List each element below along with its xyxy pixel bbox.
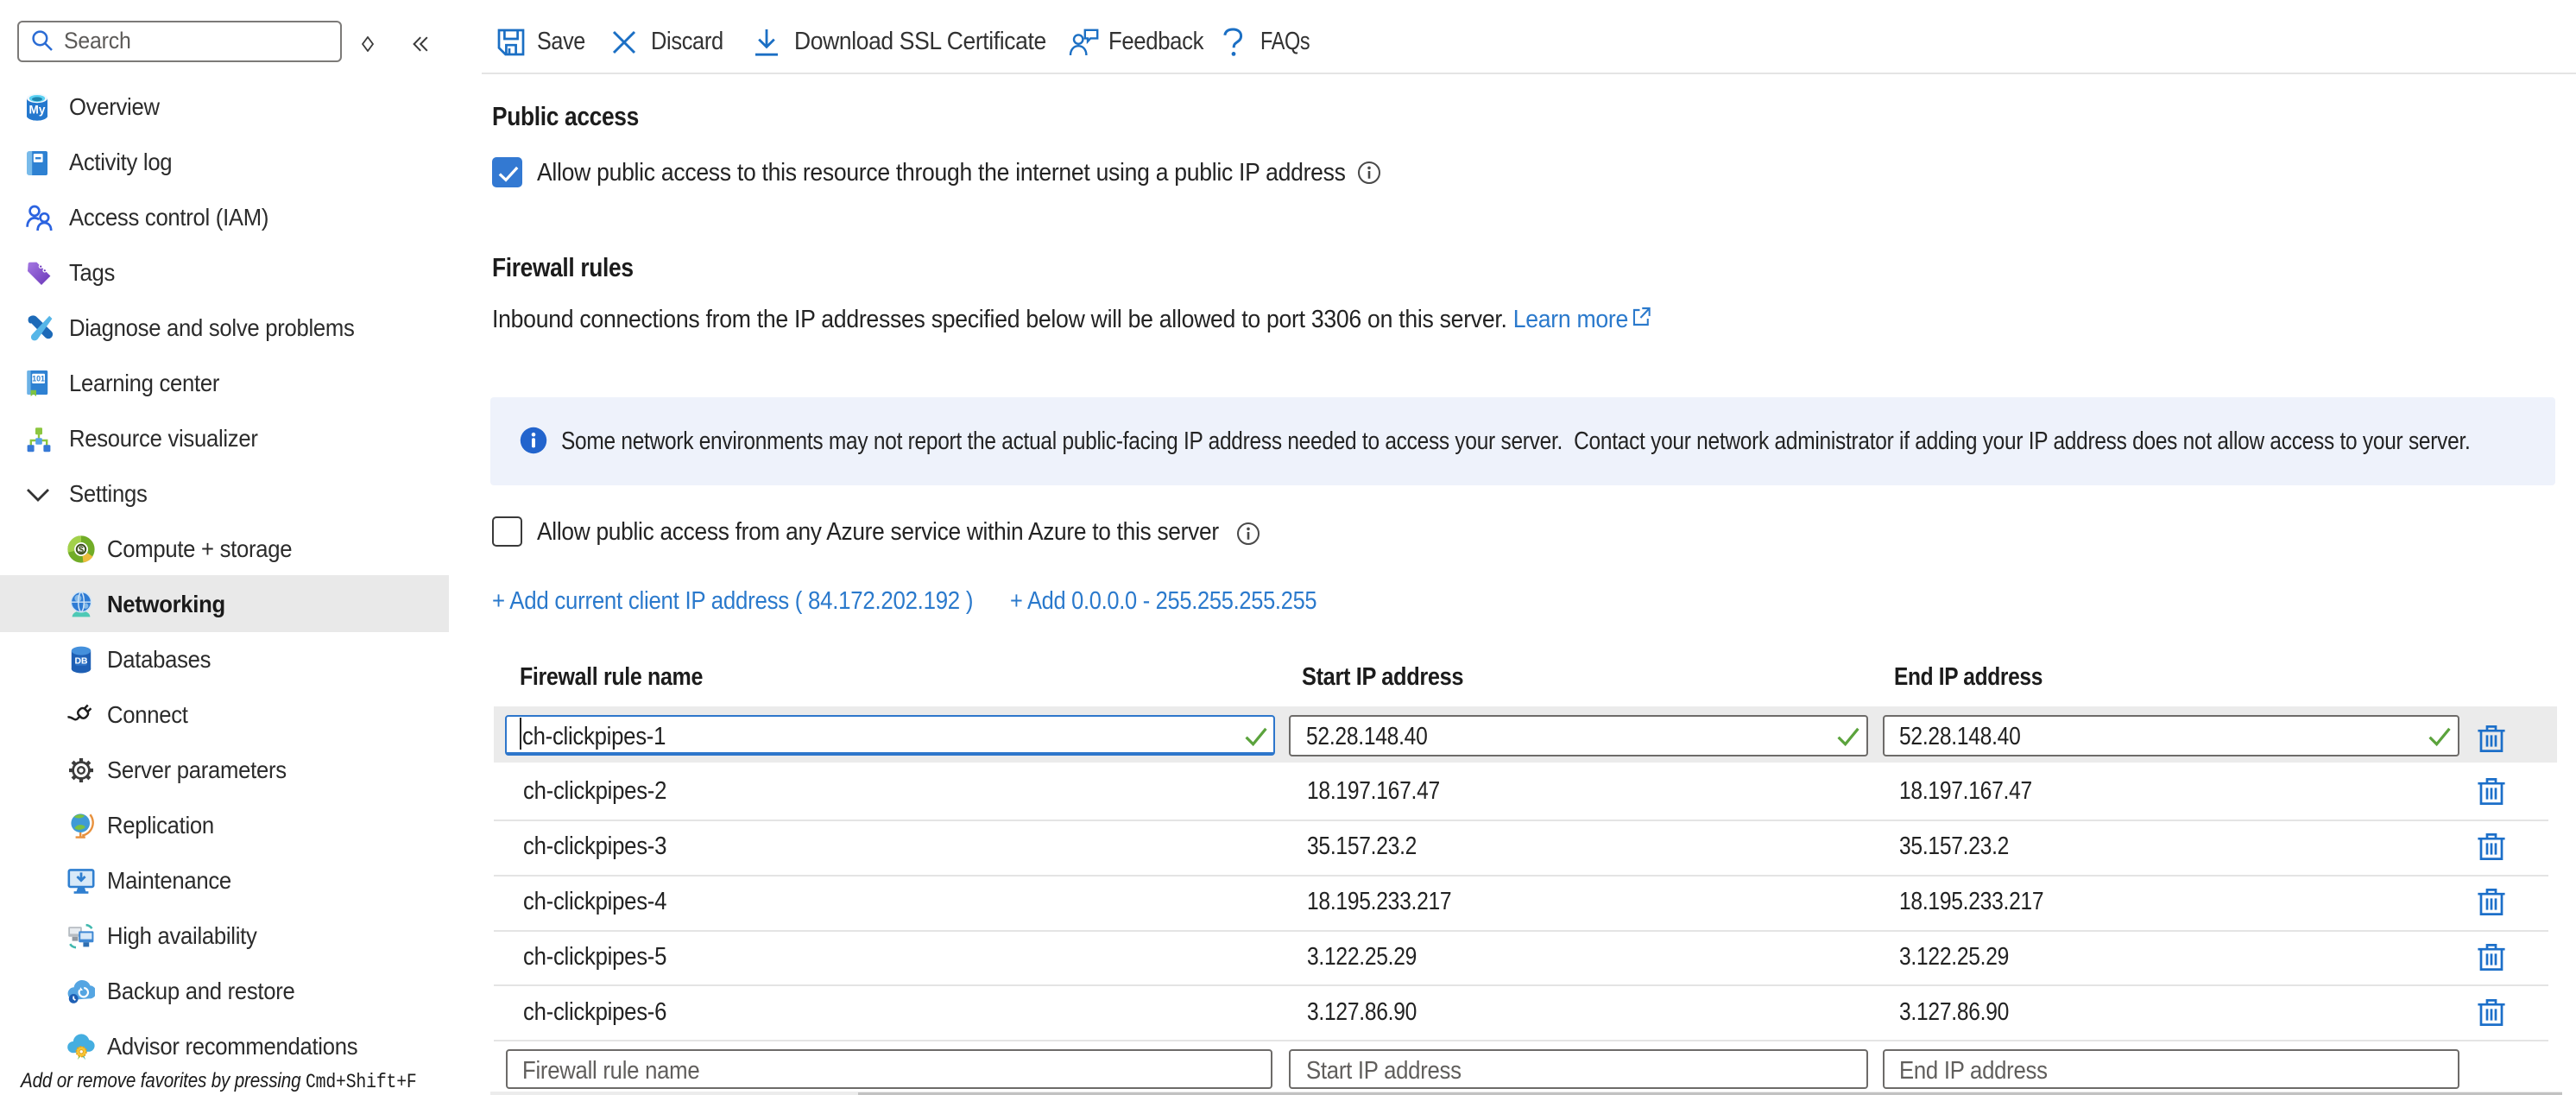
svg-text:DB: DB (74, 657, 88, 667)
svg-text:My: My (29, 104, 46, 117)
svg-text:101: 101 (32, 375, 45, 383)
svg-text:$: $ (79, 545, 84, 555)
